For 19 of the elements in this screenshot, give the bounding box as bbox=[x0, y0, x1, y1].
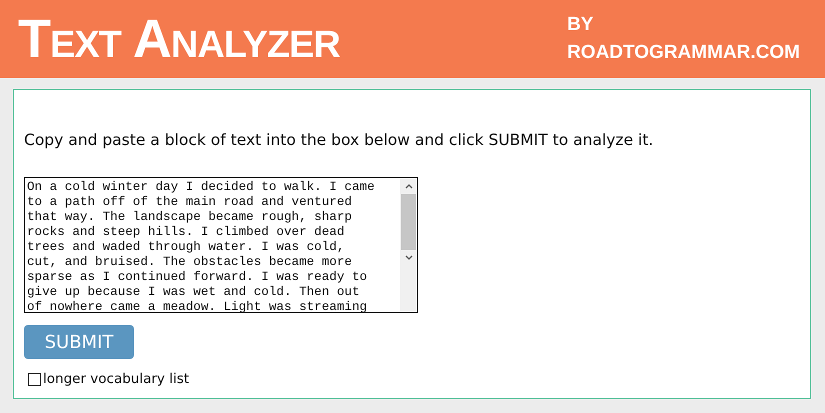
text-line: to a path off of the main road and ventured bbox=[27, 195, 353, 210]
site-title: Text Analyzer bbox=[18, 12, 340, 66]
scroll-up-icon[interactable] bbox=[404, 183, 412, 189]
text-line: that way. The landscape became rough, sharp bbox=[27, 210, 353, 225]
text-line: sparse as I continued forward. I was ready to bbox=[27, 270, 368, 285]
text-line: of nowhere came a meadow. Light was streaming bbox=[27, 300, 368, 315]
scroll-down-icon[interactable] bbox=[404, 255, 412, 261]
checkbox-label[interactable]: longer vocabulary list bbox=[43, 371, 190, 387]
byline-text: BY bbox=[567, 14, 594, 36]
text-line: rocks and steep hills. I climbed over dead bbox=[27, 225, 346, 240]
text-line: trees and waded through water. I was cold, bbox=[27, 240, 346, 255]
byline-text: ROADTOGRAMMAR.COM bbox=[567, 42, 800, 64]
text-line: give up because I was wet and cold. Then out bbox=[27, 285, 361, 300]
scrollbar[interactable] bbox=[400, 178, 417, 312]
instructions-text: Copy and paste a block of text into the box below and click SUBMIT to analyze it. bbox=[24, 131, 654, 149]
checkbox[interactable] bbox=[28, 372, 41, 386]
text-line: On a cold winter day I decided to walk. I came bbox=[27, 180, 376, 195]
text-line: cut, and bruised. The obstacles became more bbox=[27, 255, 353, 270]
text-area[interactable] bbox=[24, 177, 418, 313]
